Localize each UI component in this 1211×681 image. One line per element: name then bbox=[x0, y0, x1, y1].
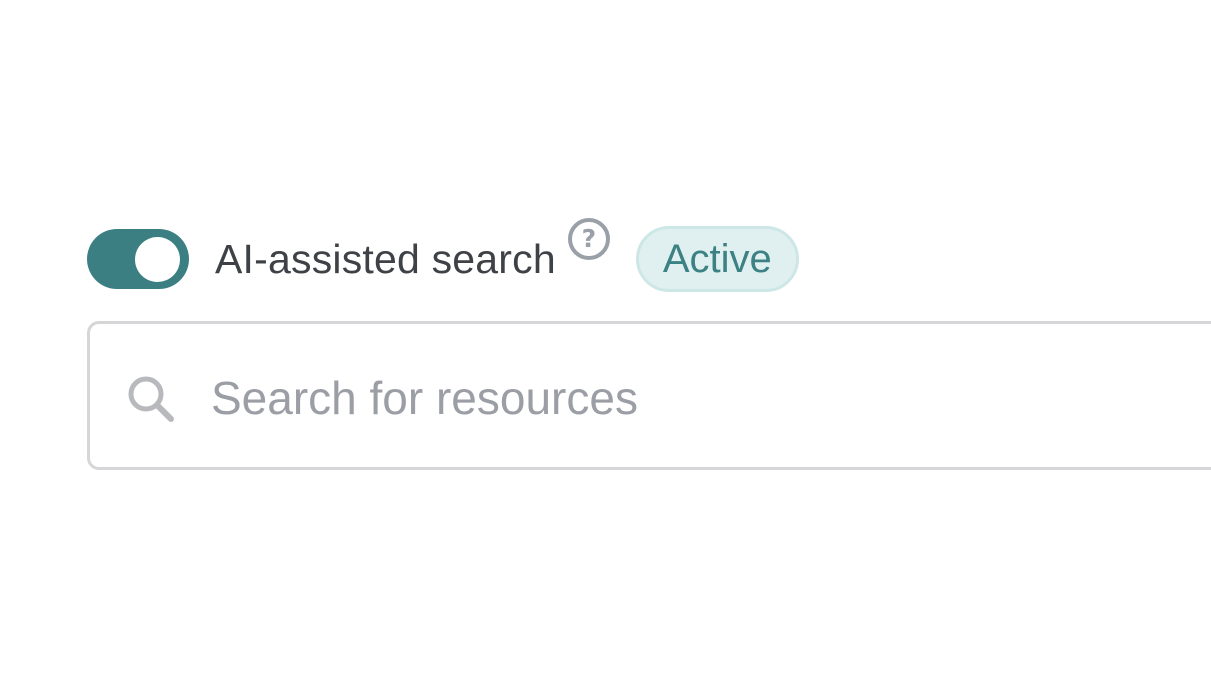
search-icon bbox=[128, 376, 174, 422]
page: AI-assisted search ? Active bbox=[0, 0, 1211, 681]
search-input[interactable] bbox=[211, 358, 1191, 438]
ai-search-toggle-row: AI-assisted search ? Active bbox=[87, 218, 799, 300]
status-badge: Active bbox=[635, 226, 799, 292]
question-circle-icon[interactable]: ? bbox=[567, 218, 610, 260]
search-box[interactable] bbox=[87, 321, 1211, 470]
ai-search-toggle-switch[interactable] bbox=[87, 229, 189, 289]
ai-search-toggle-label[interactable]: AI-assisted search bbox=[215, 238, 556, 280]
toggle-knob bbox=[135, 237, 180, 282]
